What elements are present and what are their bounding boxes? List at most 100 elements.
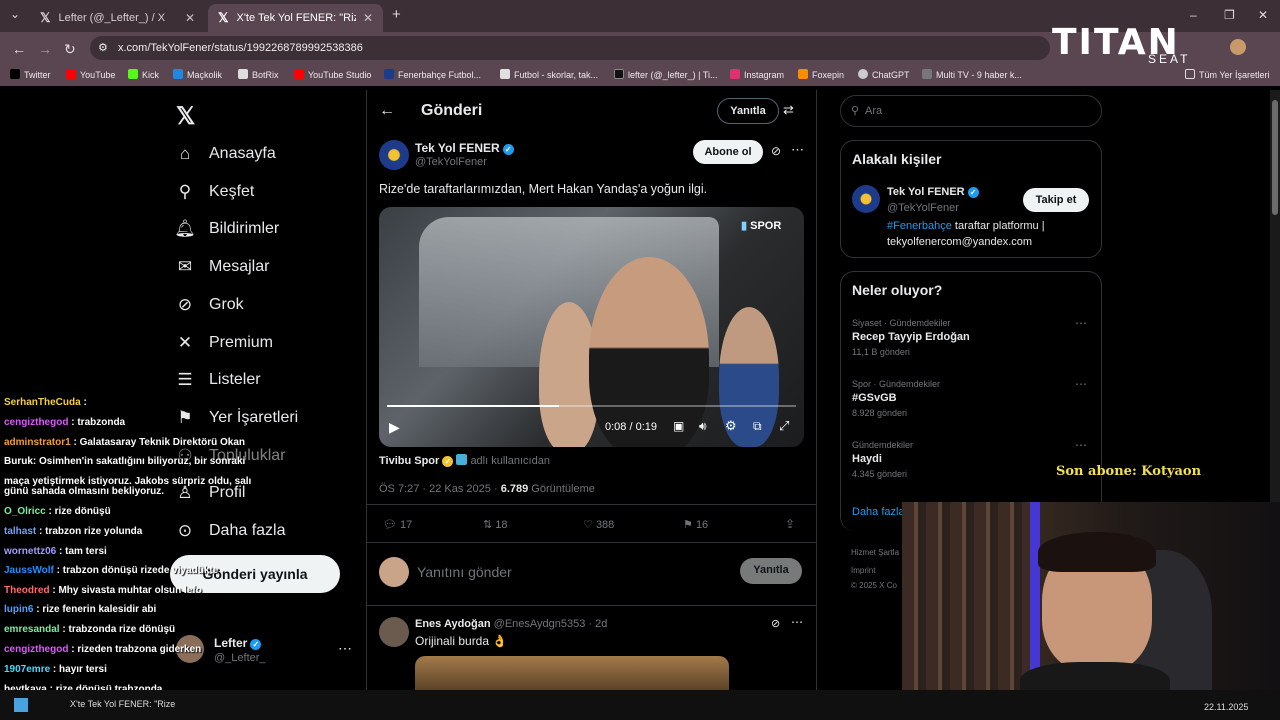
reply-send-button[interactable]: Yanıtla bbox=[740, 558, 802, 584]
nav-explore[interactable]: ⚲ Keşfet bbox=[175, 182, 255, 202]
footer-imprint[interactable]: Imprint bbox=[851, 566, 875, 575]
bookmark-instagram[interactable]: Instagram bbox=[730, 69, 784, 80]
more-options-icon[interactable]: ⋯ bbox=[791, 142, 804, 158]
bookmark-fenerbahce[interactable]: Fenerbahçe Futbol... bbox=[384, 69, 481, 80]
search-input[interactable]: ⚲ Ara bbox=[840, 95, 1102, 127]
bookmark-mackolik[interactable]: Maçkolik bbox=[173, 69, 222, 80]
related-avatar[interactable] bbox=[852, 185, 880, 213]
window-close-icon[interactable]: ✕ bbox=[1258, 8, 1268, 22]
nav-notifications[interactable]: 🔔︎ Bildirimler bbox=[174, 219, 279, 239]
maximize-icon[interactable]: ❐ bbox=[1224, 8, 1235, 22]
close-icon[interactable]: ✕ bbox=[185, 11, 195, 25]
close-icon[interactable]: ✕ bbox=[363, 11, 373, 25]
reply2-author[interactable]: Enes Aydoğan @EnesAydgn5353 · 2d bbox=[415, 618, 607, 630]
chat-username[interactable]: cengizthegod bbox=[4, 644, 68, 655]
bookmark-youtube[interactable]: YouTube bbox=[66, 69, 115, 80]
taskbar-window[interactable]: X'te Tek Yol FENER: "Rize bbox=[70, 699, 175, 709]
chat-username[interactable]: adminstrator1 bbox=[4, 437, 71, 448]
grok-icon[interactable]: ⊘ bbox=[771, 617, 780, 630]
author-name[interactable]: Tek Yol FENER ✓ bbox=[415, 141, 514, 155]
nav-premium[interactable]: ✕ Premium bbox=[175, 333, 273, 353]
bookmark-botrix[interactable]: BotRix bbox=[238, 69, 279, 80]
all-bookmarks[interactable]: Tüm Yer İşaretleri bbox=[1185, 69, 1270, 80]
related-name[interactable]: Tek Yol FENER ✓ bbox=[887, 186, 979, 198]
repost-count[interactable]: ⇅ 18 bbox=[483, 518, 508, 531]
bookmark-foxepin[interactable]: Foxepin bbox=[798, 69, 844, 80]
nav-grok[interactable]: ⊘ Grok bbox=[175, 295, 244, 315]
reply2-avatar[interactable] bbox=[379, 617, 409, 647]
like-count[interactable]: ♡ 388 bbox=[583, 518, 614, 531]
windows-start-icon[interactable] bbox=[14, 698, 28, 712]
reply-count[interactable]: 💬︎ 17 bbox=[383, 518, 412, 531]
share-icon[interactable]: ⇪ bbox=[785, 517, 795, 531]
hashtag-link[interactable]: #Fenerbahçe bbox=[887, 220, 952, 232]
back-arrow-icon[interactable]: ← bbox=[379, 102, 395, 120]
chat-username[interactable]: Theodred bbox=[4, 585, 50, 596]
back-icon[interactable]: ← bbox=[12, 41, 26, 57]
trend-more-icon[interactable]: ⋯ bbox=[1075, 377, 1087, 391]
reply-input[interactable]: Yanıtını gönder bbox=[417, 564, 512, 580]
bookmark-count[interactable]: ⚑ 16 bbox=[683, 518, 708, 531]
bookmark-chatgpt[interactable]: ChatGPT bbox=[858, 69, 910, 80]
more-options-icon[interactable]: ⋯ bbox=[791, 615, 803, 629]
subscribe-button[interactable]: Abone ol bbox=[693, 140, 763, 164]
profile-avatar[interactable] bbox=[1230, 39, 1246, 55]
chat-username[interactable]: lupin6 bbox=[4, 604, 33, 615]
chat-username[interactable]: emresandal bbox=[4, 624, 60, 635]
pip-icon[interactable]: ⧉ bbox=[753, 419, 762, 434]
bookmark-tiktok[interactable]: lefter (@_lefter_) | Ti... bbox=[614, 69, 718, 80]
trend-more-icon[interactable]: ⋯ bbox=[1075, 438, 1087, 452]
bookmark-multitv[interactable]: Multi TV - 9 haber k... bbox=[922, 69, 1022, 80]
show-more-link[interactable]: Daha fazla bbox=[852, 506, 905, 518]
chat-username[interactable]: SerhanTheCuda bbox=[4, 397, 81, 408]
tab-lefter[interactable]: 𝕏 Lefter (@_Lefter_) / X ✕ bbox=[30, 4, 205, 32]
tab-tweet[interactable]: 𝕏 X'te Tek Yol FENER: "Rize'de ta ✕ bbox=[208, 4, 383, 32]
chat-username[interactable]: 1907emre bbox=[4, 664, 50, 675]
nav-messages[interactable]: ✉ Mesajlar bbox=[175, 257, 270, 277]
trend-more-icon[interactable]: ⋯ bbox=[1075, 316, 1087, 330]
bookmark-futbol[interactable]: Futbol - skorlar, tak... bbox=[500, 69, 598, 80]
nav-lists[interactable]: ☰ Listeler bbox=[175, 370, 260, 390]
scrollbar-thumb[interactable] bbox=[1272, 100, 1278, 215]
author-avatar[interactable] bbox=[379, 140, 409, 170]
video-progress-track[interactable] bbox=[387, 405, 796, 407]
reply2-media[interactable] bbox=[415, 656, 729, 690]
nav-more[interactable]: ⊙ Daha fazla bbox=[175, 521, 286, 541]
settings-icon[interactable]: ⚙ bbox=[725, 418, 737, 434]
chat-text: trabzonda rize dönüşü bbox=[68, 624, 176, 635]
settings-sliders-icon[interactable]: ⇄ bbox=[783, 102, 794, 118]
chat-username[interactable]: O_Olricc bbox=[4, 506, 46, 517]
bookmark-twitter[interactable]: Twitter bbox=[10, 69, 51, 80]
video-source[interactable]: Tivibu Spor ✓ adlı kullanıcıdan bbox=[379, 454, 550, 467]
tweet-video[interactable]: ▮ SPOR ▶ 0:08 / 0:19 ▣ 🔊︎ ⚙ ⧉ ⤢ bbox=[379, 207, 804, 447]
captions-icon[interactable]: ▣ bbox=[673, 419, 684, 433]
chat-username[interactable]: wornettz06 bbox=[4, 546, 56, 557]
trend-item[interactable]: Spor · Gündemdekiler #GSvGB 8.928 gönder… bbox=[841, 377, 1103, 435]
chat-username[interactable]: JaussWolf bbox=[4, 565, 54, 576]
minimize-icon[interactable]: – bbox=[1190, 8, 1197, 22]
grok-icon[interactable]: ⊘ bbox=[771, 144, 781, 158]
volume-icon[interactable]: 🔊︎ bbox=[699, 419, 707, 434]
folder-icon bbox=[1185, 69, 1195, 79]
url-field[interactable]: ⚙ x.com/TekYolFener/status/1992268789992… bbox=[90, 36, 1050, 60]
reload-icon[interactable]: ↻ bbox=[64, 41, 76, 58]
bookmark-youtube-studio[interactable]: YouTube Studio bbox=[294, 69, 371, 80]
new-tab-icon[interactable]: + bbox=[392, 6, 401, 23]
play-icon[interactable]: ▶ bbox=[389, 419, 400, 436]
fullscreen-icon[interactable]: ⤢ bbox=[779, 418, 789, 434]
account-more-icon[interactable]: ⋯ bbox=[338, 640, 352, 657]
trend-item[interactable]: Siyaset · Gündemdekiler Recep Tayyip Erd… bbox=[841, 316, 1103, 374]
site-info-icon[interactable]: ⚙ bbox=[98, 41, 108, 54]
tab-search-icon[interactable]: ⌄ bbox=[10, 7, 20, 21]
nav-home[interactable]: ⌂ Anasayfa bbox=[175, 144, 276, 164]
forward-icon[interactable]: → bbox=[38, 41, 52, 57]
footer-terms[interactable]: Hizmet Şartla bbox=[851, 548, 899, 557]
nav-bookmarks[interactable]: ⚑ Yer İşaretleri bbox=[175, 408, 298, 428]
chat-username[interactable]: talhast bbox=[4, 526, 36, 537]
follow-button[interactable]: Takip et bbox=[1023, 188, 1089, 212]
chat-username[interactable]: cengizthegod bbox=[4, 417, 68, 428]
x-logo-icon[interactable]: 𝕏 bbox=[176, 102, 195, 131]
bookmark-kick[interactable]: Kick bbox=[128, 69, 159, 80]
chat-separator: : bbox=[80, 397, 87, 408]
reply-header-button[interactable]: Yanıtla bbox=[717, 98, 779, 124]
